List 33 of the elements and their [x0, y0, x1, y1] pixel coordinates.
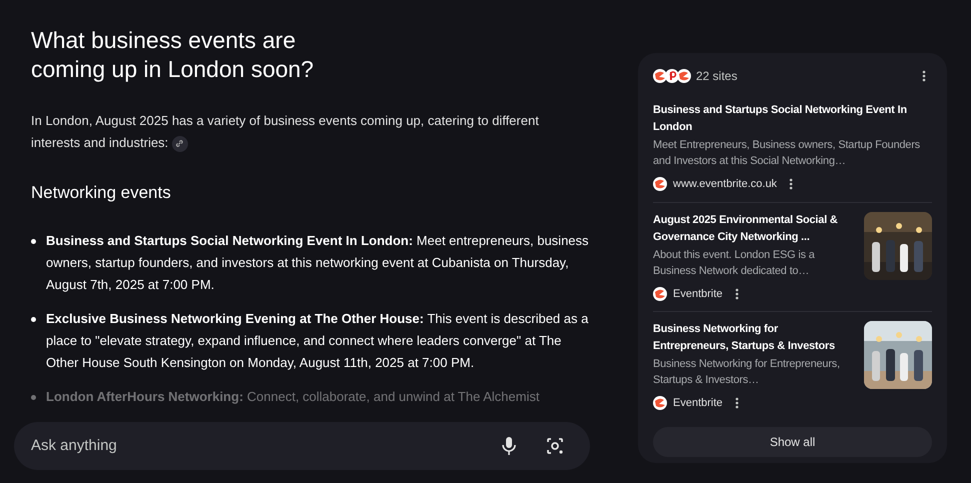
bullet-icon	[31, 394, 36, 400]
result-snippet: About this event. London ESG is a Business Network dedicated to…	[653, 248, 816, 278]
favicon-icon	[653, 396, 667, 410]
source-name: Eventbrite	[673, 396, 723, 411]
ask-bar[interactable]: Ask anything	[14, 422, 590, 470]
site-count: 22 sites	[696, 68, 738, 85]
source-name: www.eventbrite.co.uk	[673, 177, 777, 192]
ask-field[interactable]: Ask anything	[31, 434, 502, 458]
favicon-icon	[653, 286, 667, 301]
camera-search-icon[interactable]	[546, 437, 564, 455]
microphone-icon[interactable]	[502, 437, 516, 455]
result-snippet: Business Networking for Entrepreneurs, Startups & Investors…	[653, 357, 841, 388]
more-options-icon[interactable]	[734, 397, 739, 410]
section-heading: Networking events	[31, 182, 172, 204]
intro-paragraph: In London, August 2025 has a variety of business events coming up, catering to different interests and industries:	[31, 112, 540, 154]
bullet-text: London AfterHours Networking: Connect, collaborate, and unwind at The Alchemist	[46, 388, 540, 406]
site-icons	[653, 69, 691, 83]
source-name: Eventbrite	[673, 286, 723, 302]
favicon-icon	[653, 177, 667, 192]
more-options-icon[interactable]	[788, 178, 793, 190]
more-options-icon[interactable]	[734, 288, 739, 300]
result-title[interactable]: August 2025 Environmental Social & Governance City Networking ...	[653, 212, 854, 246]
result-title[interactable]: Business and Startups Social Networking Event In London	[653, 102, 932, 136]
link-icon[interactable]	[172, 136, 188, 152]
bullet-text: Exclusive Business Networking Evening at The Other House: This event is described as a place to "elevate strategy, expand influence, and connect where leaders converge" at The Other House South Kensington on Monday, August 11th, 2025 at 7:00 PM.	[46, 310, 590, 372]
more-options-icon[interactable]	[922, 70, 926, 82]
question-title: What business events are coming up in London soon?	[31, 26, 315, 84]
bullet-icon	[31, 238, 36, 244]
show-all-button[interactable]: Show all	[653, 426, 932, 456]
result-snippet: Meet Entrepreneurs, Business owners, Startup Founders and Investors at this Social Networking…	[653, 138, 921, 169]
bullet-icon	[31, 316, 36, 322]
result-title[interactable]: Business Networking for Entrepreneurs, Startups & Investors	[653, 321, 854, 355]
bullet-text: Business and Startups Social Networking Event In London: Meet entrepreneurs, business owners, startup founders, and investors at this networking event at Cubanista on Thursday, August 7th, 2025 at 7:00 PM.	[46, 232, 590, 294]
